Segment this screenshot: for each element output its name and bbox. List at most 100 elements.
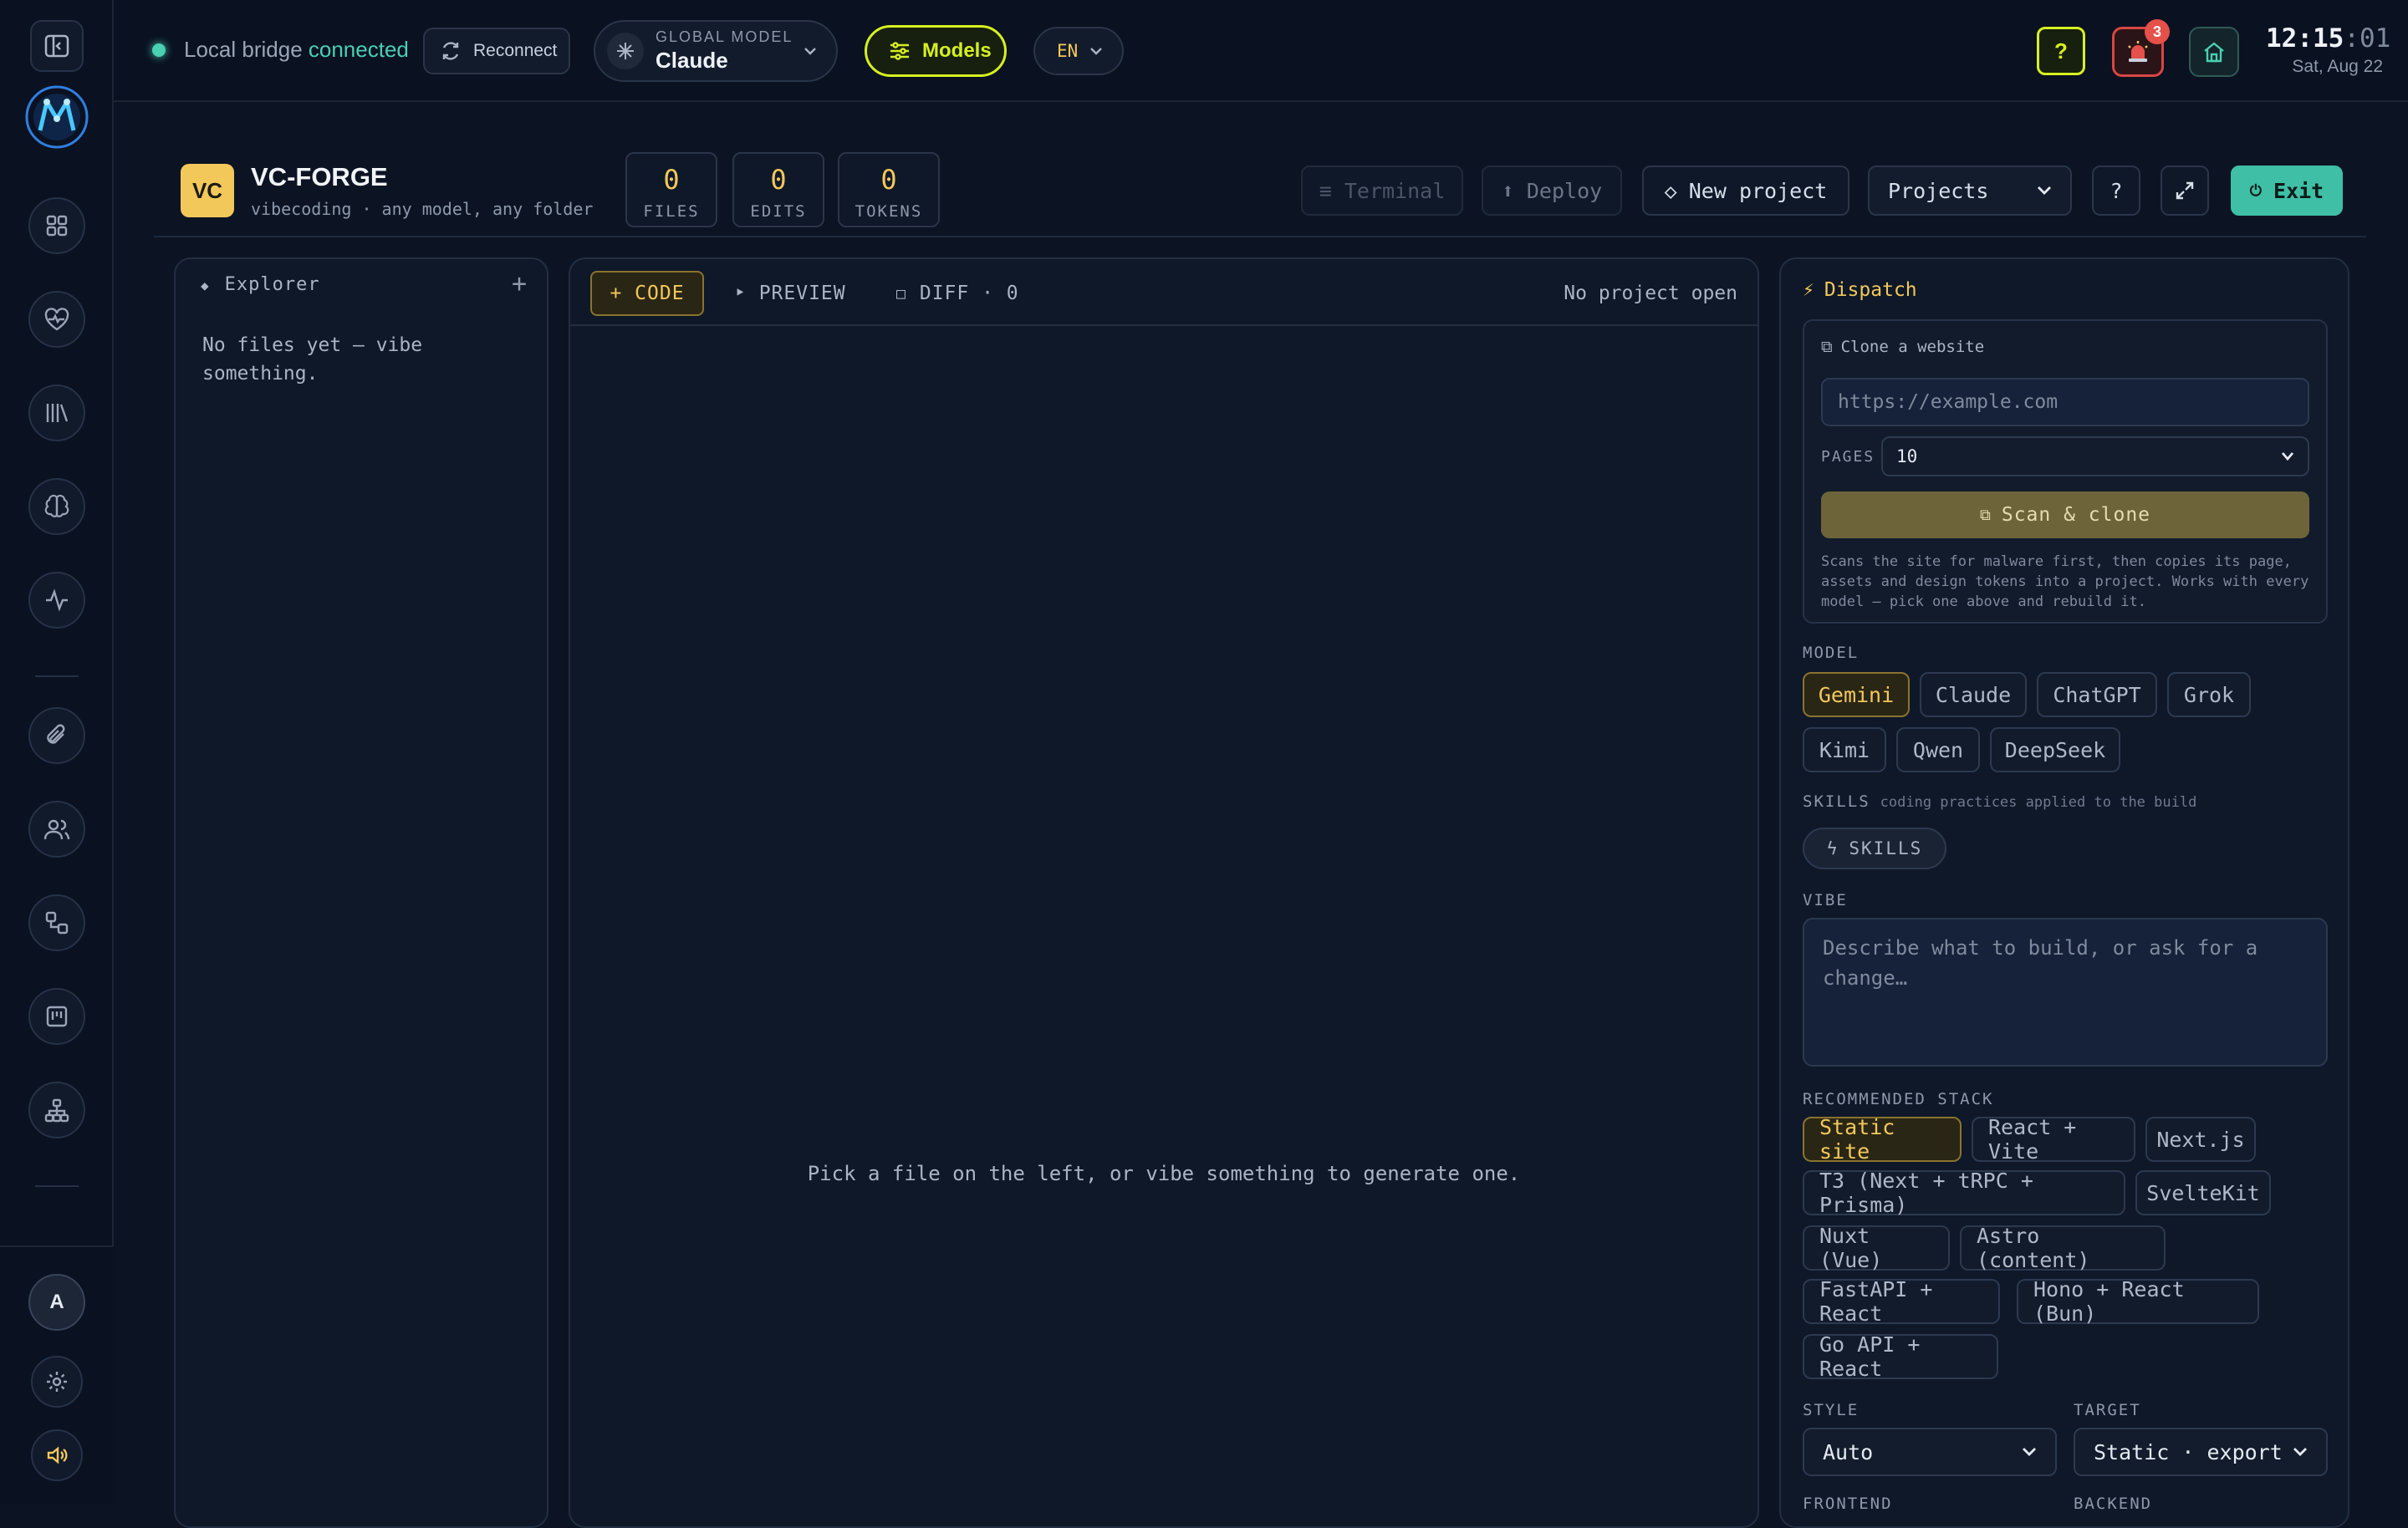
new-project-button[interactable]: ◇ New project [1642, 166, 1849, 216]
language-select[interactable]: EN [1033, 27, 1124, 75]
rail-divider [35, 1185, 79, 1187]
fullscreen-button[interactable] [2161, 166, 2209, 216]
tab-preview[interactable]: ‣ PREVIEW [734, 283, 846, 304]
scan-clone-button[interactable]: ⧉ Scan & clone [1821, 492, 2309, 538]
stack-chip-fastapi-react[interactable]: FastAPI + React [1803, 1277, 2000, 1326]
lightning-icon: ⚡ [1803, 279, 1814, 301]
stack-chip-hono-react[interactable]: Hono + React (Bun) [2017, 1277, 2259, 1326]
board-nav-button[interactable] [28, 988, 85, 1045]
new-file-button[interactable]: + [512, 269, 527, 298]
target-label: TARGET [2074, 1401, 2141, 1419]
model-chip-deepseek[interactable]: DeepSeek [1990, 727, 2120, 772]
brain-nav-button[interactable] [28, 478, 85, 535]
dashboard-nav-button[interactable] [28, 197, 85, 254]
kanban-icon [46, 1006, 68, 1027]
bridge-label: Local bridge [184, 37, 303, 62]
tab-diff[interactable]: □ DIFF · 0 [896, 283, 1019, 304]
nav-rail: A [0, 0, 114, 1505]
sparkle-icon [617, 43, 634, 59]
model-chip-chatgpt[interactable]: ChatGPT [2037, 672, 2157, 717]
vibe-textarea[interactable]: Describe what to build, or ask for a cha… [1803, 918, 2328, 1067]
skills-button[interactable]: ϟ SKILLS [1803, 828, 1946, 869]
models-label: Models [922, 39, 992, 62]
stack-chip-astro[interactable]: Astro (content) [1960, 1224, 2166, 1272]
sound-button[interactable] [31, 1429, 83, 1481]
settings-button[interactable] [31, 1356, 83, 1408]
stack-chip-react-vite[interactable]: React + Vite [1972, 1115, 2135, 1164]
stat-files-value: 0 [663, 164, 680, 196]
exit-button[interactable]: ⏻ Exit [2231, 166, 2343, 216]
toggle-sidebar-button[interactable] [30, 20, 84, 72]
power-icon: ⏻ [2249, 181, 2263, 200]
models-button[interactable]: Models [865, 25, 1007, 77]
bridge-status-dot [152, 43, 166, 57]
link-icon: ⧉ [1821, 338, 1833, 356]
skills-hint: coding practices applied to the build [1880, 794, 2197, 811]
header-help-button[interactable]: ? [2092, 166, 2140, 216]
home-button[interactable] [2189, 27, 2239, 77]
activity-nav-button[interactable] [28, 572, 85, 629]
model-chip-claude[interactable]: Claude [1920, 672, 2027, 717]
explorer-header: ◆ Explorer [201, 274, 320, 295]
model-chip-gemini[interactable]: Gemini [1803, 672, 1910, 717]
stack-chip-go-api-react[interactable]: Go API + React [1803, 1332, 1998, 1381]
frontend-label: FRONTEND [1803, 1495, 1893, 1513]
stack-chip-nuxt[interactable]: Nuxt (Vue) [1803, 1224, 1950, 1272]
team-nav-button[interactable] [28, 801, 85, 858]
user-avatar[interactable]: A [28, 1274, 85, 1331]
pages-select[interactable]: 10 [1881, 436, 2309, 476]
health-nav-button[interactable] [28, 291, 85, 348]
tab-code[interactable]: + CODE [590, 271, 704, 316]
style-select[interactable]: Auto [1803, 1428, 2057, 1476]
hierarchy-nav-button[interactable] [28, 1082, 85, 1138]
stat-tokens-value: 0 [880, 164, 897, 196]
deploy-label: ⬆ Deploy [1501, 178, 1603, 203]
model-chip-grok[interactable]: Grok [2167, 672, 2251, 717]
target-select[interactable]: Static · export [2074, 1428, 2328, 1476]
attachments-nav-button[interactable] [28, 707, 85, 764]
skills-header: SKILLS coding practices applied to the b… [1803, 792, 2196, 811]
app-logo[interactable] [22, 82, 92, 152]
alerts-count-badge: 3 [2145, 19, 2170, 44]
clock: 12:15:01 Sat, Aug 22 [2266, 23, 2390, 77]
stat-edits-label: EDITS [750, 202, 807, 221]
global-model-value: Claude [656, 48, 728, 73]
terminal-button[interactable]: ≡ Terminal [1301, 166, 1463, 216]
library-nav-button[interactable] [28, 385, 85, 441]
chevron-down-icon [1090, 48, 1103, 55]
chevron-down-icon [2038, 186, 2051, 195]
refresh-icon [442, 42, 459, 60]
pages-value: 10 [1896, 446, 1918, 466]
explorer-title: Explorer [224, 274, 320, 295]
home-icon [2204, 42, 2224, 63]
dispatch-panel: ⚡ Dispatch ⧉ Clone a website https://exa… [1779, 257, 2349, 1528]
global-model-select[interactable]: GLOBAL MODEL Claude [594, 20, 838, 82]
stat-edits: 0 EDITS [732, 152, 824, 227]
model-chip-kimi[interactable]: Kimi [1803, 727, 1886, 772]
stack-chip-nextjs[interactable]: Next.js [2145, 1117, 2256, 1162]
exit-label: Exit [2273, 178, 2324, 203]
reconnect-button[interactable]: Reconnect [423, 28, 570, 74]
paperclip-icon [47, 724, 65, 744]
sidebar-toggle-icon [44, 34, 69, 58]
model-avatar [607, 33, 644, 69]
model-chip-qwen[interactable]: Qwen [1896, 727, 1980, 772]
brain-icon [44, 494, 69, 517]
expand-icon [2176, 181, 2194, 200]
stack-chip-sveltekit[interactable]: SvelteKit [2135, 1170, 2271, 1215]
stack-chip-t3[interactable]: T3 (Next + tRPC + Prisma) [1803, 1169, 2125, 1217]
workflow-nav-button[interactable] [28, 894, 85, 951]
terminal-label: ≡ Terminal [1319, 178, 1446, 203]
alerts-button[interactable]: 3 [2112, 19, 2170, 77]
bolt-icon: ϟ [1826, 838, 1839, 858]
projects-select[interactable]: Projects [1868, 166, 2072, 216]
stat-tokens: 0 TOKENS [838, 152, 940, 227]
clone-card: ⧉ Clone a website https://example.com PA… [1803, 319, 2328, 624]
sitemap-icon [44, 1098, 69, 1123]
deploy-button[interactable]: ⬆ Deploy [1482, 166, 1622, 216]
global-model-label: GLOBAL MODEL [656, 28, 793, 45]
help-button[interactable]: ? [2037, 27, 2085, 75]
clone-url-input[interactable]: https://example.com [1821, 378, 2309, 426]
diamond-icon: ◆ [201, 278, 210, 293]
stack-chip-static-site[interactable]: Static site [1803, 1115, 1962, 1164]
